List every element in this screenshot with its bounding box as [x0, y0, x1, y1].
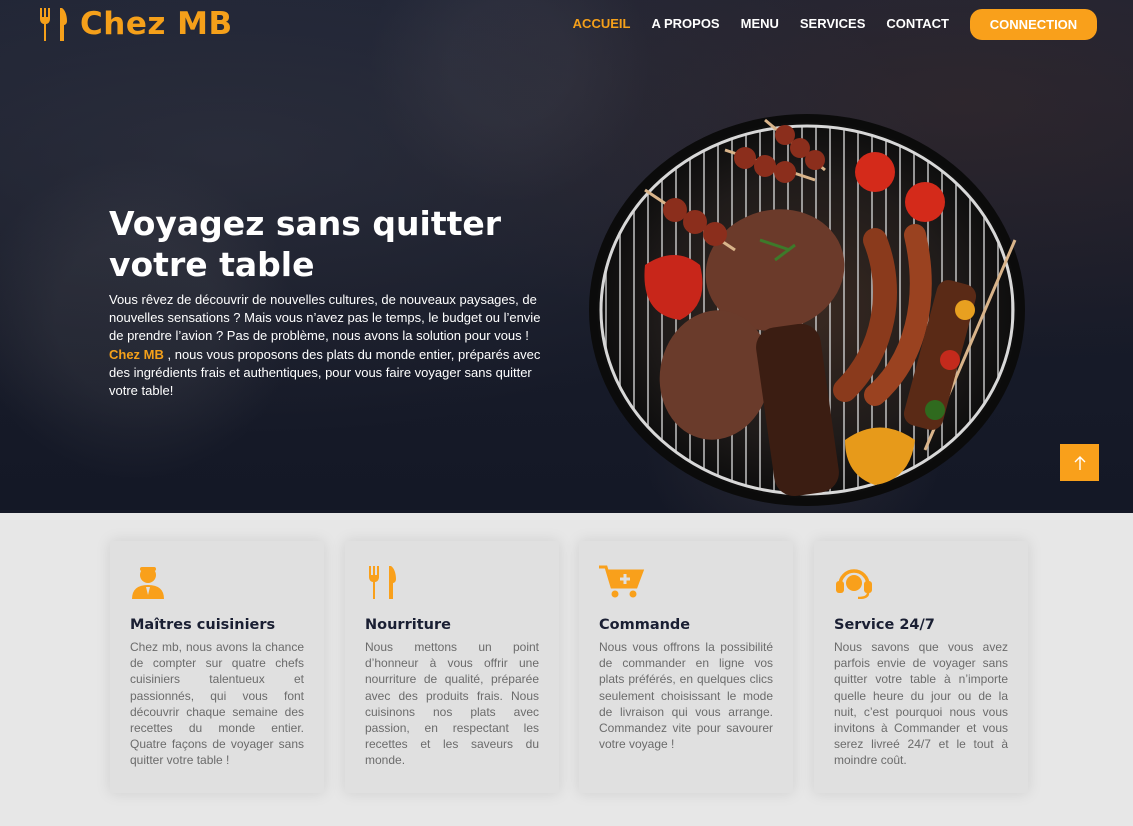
brand-name: Chez MB: [80, 6, 233, 42]
scroll-to-top-button[interactable]: [1060, 444, 1099, 481]
feature-text: Nous savons que vous avez parfois envie …: [834, 640, 1008, 768]
hero-desc-part1: Vous rêvez de découvrir de nouvelles cul…: [109, 292, 541, 344]
feature-title: Service 24/7: [834, 617, 935, 633]
feature-title: Commande: [599, 617, 691, 633]
nav-services[interactable]: SERVICES: [800, 8, 866, 40]
logo[interactable]: Chez MB: [38, 6, 233, 42]
feature-card-service: Service 24/7 Nous savons que vous avez p…: [814, 541, 1028, 793]
nav-contact[interactable]: CONTACT: [886, 8, 949, 40]
fork-knife-icon: [40, 8, 67, 41]
chef-icon: [132, 567, 164, 599]
feature-card-food: Nourriture Nous mettons un point d’honne…: [345, 541, 559, 793]
connection-button[interactable]: CONNECTION: [970, 8, 1097, 40]
feature-text: Nous mettons un point d’honneur à vous o…: [365, 640, 539, 768]
fork-knife-icon: [369, 566, 396, 599]
feature-card-order: Commande Nous vous offrons la possibilit…: [579, 541, 793, 793]
grill-image: [589, 114, 1025, 506]
feature-text: Chez mb, nous avons la chance de compter…: [130, 640, 304, 768]
hero-desc-part2: , nous vous proposons des plats du monde…: [109, 346, 541, 399]
hero-description: Vous rêvez de découvrir de nouvelles cul…: [109, 291, 549, 400]
headset-icon: [836, 569, 872, 599]
feature-text: Nous vous offrons la possibilité de comm…: [599, 640, 773, 752]
feature-title: Maîtres cuisiniers: [130, 617, 276, 633]
arrow-up-icon: [1074, 455, 1085, 470]
hero-title: Voyagez sans quitter votre table: [109, 204, 502, 284]
nav-a-propos[interactable]: A PROPOS: [651, 8, 719, 40]
feature-title: Nourriture: [365, 617, 451, 633]
main-nav: ACCUEIL A PROPOS MENU SERVICES CONTACT C…: [573, 8, 1097, 40]
hero-desc-brand: Chez MB: [109, 346, 164, 362]
cart-plus-icon: [599, 565, 645, 598]
hero-section: Chez MB ACCUEIL A PROPOS MENU SERVICES C…: [0, 0, 1133, 513]
nav-accueil[interactable]: ACCUEIL: [573, 8, 631, 40]
feature-card-chefs: Maîtres cuisiniers Chez mb, nous avons l…: [110, 541, 324, 793]
nav-menu[interactable]: MENU: [741, 8, 779, 40]
features-section: Maîtres cuisiniers Chez mb, nous avons l…: [0, 513, 1133, 826]
